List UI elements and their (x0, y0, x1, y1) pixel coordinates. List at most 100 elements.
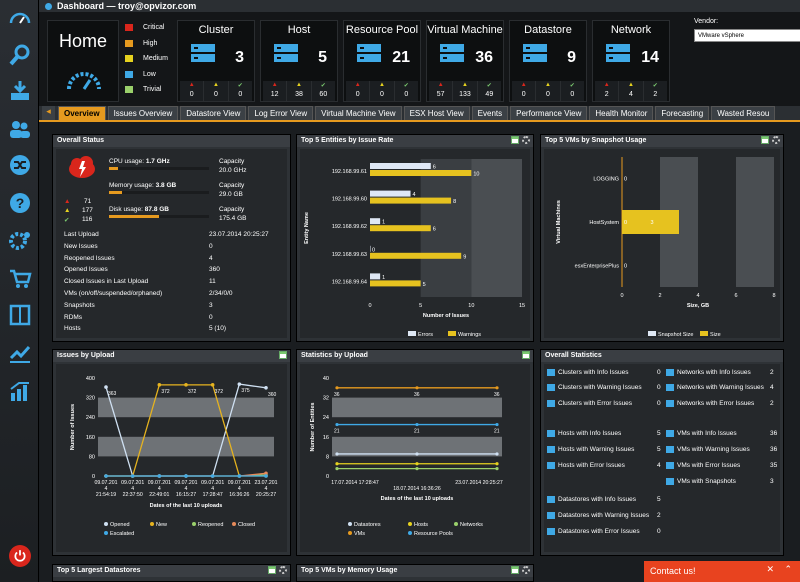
power-icon[interactable] (9, 545, 31, 567)
table-view-icon[interactable] (268, 566, 276, 574)
table-view-icon[interactable] (511, 566, 519, 574)
tick-label: 17:28:47 (203, 492, 223, 498)
upload-icon[interactable] (7, 78, 33, 104)
cloud-alert-icon (69, 156, 95, 178)
overall-stats-panel: Overall Statistics Clusters with Info Is… (540, 349, 784, 556)
tab-wasted-resou[interactable]: Wasted Resou (711, 106, 776, 120)
help-icon[interactable]: ? (7, 190, 33, 216)
entity-icon (547, 528, 555, 535)
category-label: 192.168.99.63 (332, 252, 367, 258)
stat-row: VMs with Snapshots 3 (666, 478, 780, 485)
gear-icon[interactable] (522, 136, 530, 144)
tab-events[interactable]: Events (471, 106, 509, 120)
tab-issues-overview[interactable]: Issues Overview (107, 106, 179, 120)
tab-datastore-view[interactable]: Datastore View (180, 106, 247, 120)
cart-icon[interactable] (7, 266, 33, 292)
summary-card-4[interactable]: Datastore 9 ▲ 0 ▲ 0 ✔ 0 (509, 20, 587, 102)
tick-label: 40 (323, 376, 329, 382)
entity-icon (547, 446, 555, 453)
legend-label: Errors (418, 332, 433, 338)
gear-icon[interactable] (522, 566, 530, 574)
home-tile[interactable]: Home (47, 20, 119, 102)
legend-marker (348, 531, 352, 535)
warning-icon: ▲ (628, 82, 634, 88)
card-stat-value: 0 (189, 91, 194, 98)
gear-icon[interactable] (772, 136, 780, 144)
y-axis-label: Number of Entities (310, 403, 316, 452)
stat-row: Datastores with Info Issues 5 (547, 496, 665, 503)
legend-label: Resource Pools (414, 531, 453, 537)
stat-key: Clusters with Warning Issues (558, 384, 642, 391)
stat-value: 2 (770, 400, 774, 407)
data-point (184, 383, 188, 387)
summary-card-1[interactable]: Host 5 ▲ 12 ▲ 38 ✔ 60 (260, 20, 338, 102)
data-label: 0 (624, 177, 627, 183)
disk-capacity-label: Capacity (219, 206, 245, 213)
memory-bar (109, 191, 209, 194)
close-icon[interactable]: ✕ (766, 564, 774, 575)
data-point (264, 386, 268, 390)
snapshot-panel: Top 5 VMs by Snapshot Usage LOGGING 0 Host… (540, 134, 784, 342)
dashboard-icon[interactable] (7, 6, 33, 32)
tab-forecasting[interactable]: Forecasting (655, 106, 710, 120)
entity-icon (666, 462, 674, 469)
summary-card-5[interactable]: Network 14 ▲ 2 ▲ 4 ✔ 2 (592, 20, 670, 102)
overall-stats-body: Clusters with Info Issues 0 Clusters with … (544, 364, 780, 552)
data-label: 375 (241, 388, 250, 394)
contact-us-button[interactable]: Contact us! ✕ ⌃ (644, 561, 800, 582)
stat-key: VMs with Snapshots (677, 478, 736, 485)
largest-datastores-title: Top 5 Largest Datastores (57, 567, 141, 574)
table-view-icon[interactable] (279, 351, 287, 359)
stat-key: Networks with Error Issues (677, 400, 755, 407)
card-stat-value: 133 (459, 91, 471, 98)
trend-chart-icon[interactable] (7, 340, 33, 366)
status-key: New Issues (64, 242, 98, 250)
vendor-select[interactable]: VMware vSphere▾ (694, 29, 800, 42)
legend-marker (408, 522, 412, 526)
entity-icon (547, 512, 555, 519)
legend-label: Escalated (110, 531, 134, 537)
card-stat: ✔ 0 (561, 81, 584, 101)
search-icon[interactable] (7, 42, 33, 68)
card-stat: ▲ 38 (287, 81, 312, 101)
summary-card-0[interactable]: Cluster 3 ▲ 0 ▲ 0 ✔ 0 (177, 20, 255, 102)
settings-icon[interactable] (7, 228, 33, 254)
status-value: 0 (209, 242, 213, 250)
stats-upload-body: 0 8 16 24 32 40 36 36 36 21 21 21 17.07.2014 17:28:4… (300, 364, 530, 552)
chevron-up-icon[interactable]: ⌃ (784, 564, 792, 575)
largest-datastores-panel: Top 5 Largest Datastores (52, 564, 291, 582)
gear-icon[interactable] (279, 566, 287, 574)
table-view-icon[interactable] (761, 136, 769, 144)
status-row: Opened Issues 360 (64, 266, 220, 273)
category-label: 192.168.99.61 (332, 169, 367, 175)
table-view-icon[interactable] (522, 351, 530, 359)
tab-log-error-view[interactable]: Log Error View (248, 106, 314, 120)
card-title: Resource Pool (345, 24, 419, 36)
card-stat: ▲ 0 (180, 81, 205, 101)
tab-scroll-left-icon[interactable]: ◂ (42, 106, 55, 120)
critical-count-icon: ▲ (64, 198, 71, 205)
status-row: VMs (on/off/suspended/orphaned) 2/34/0/0 (64, 290, 233, 297)
trivial-icon (125, 86, 133, 94)
data-label: 1 (382, 220, 385, 226)
tab-virtual-machine-view[interactable]: Virtual Machine View (315, 106, 402, 120)
shuffle-icon[interactable] (7, 152, 33, 178)
users-icon[interactable] (7, 116, 33, 142)
medium-icon (125, 55, 133, 63)
tab-health-monitor[interactable]: Health Monitor (589, 106, 654, 120)
tab-performance-view[interactable]: Performance View (510, 106, 588, 120)
warning-count-icon: ▲ (64, 207, 71, 214)
book-icon[interactable] (7, 302, 33, 328)
x-axis-label: Number of Issues (423, 313, 469, 319)
bar-chart-icon[interactable] (7, 378, 33, 404)
tab-esx-host-view[interactable]: ESX Host View (403, 106, 470, 120)
table-view-icon[interactable] (511, 136, 519, 144)
tick-label: 22:49:01 (149, 492, 169, 498)
summary-card-2[interactable]: Resource Pool 21 ▲ 0 ▲ 0 ✔ 0 (343, 20, 421, 102)
stat-key: VMs with Warning Issues (677, 446, 750, 453)
summary-card-3[interactable]: Virtual Machine 36 ▲ 57 ▲ 133 ✔ 49 (426, 20, 504, 102)
issue-rate-title: Top 5 Entities by Issue Rate (301, 137, 394, 144)
ok-icon: ✔ (569, 83, 575, 89)
card-stat: ✔ 60 (312, 81, 335, 101)
tab-overview[interactable]: Overview (58, 106, 106, 120)
